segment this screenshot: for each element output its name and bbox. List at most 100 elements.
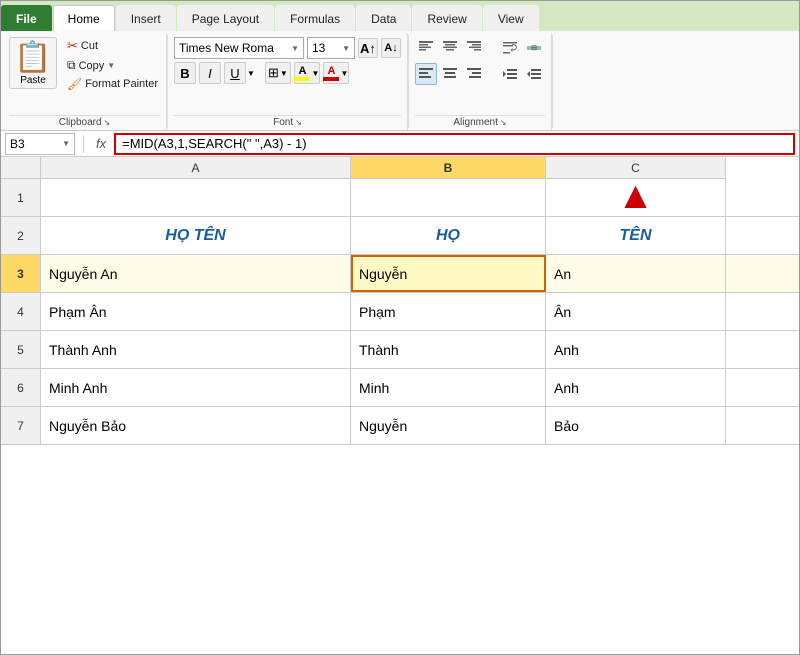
clipboard-label: Clipboard — [59, 117, 102, 128]
align-top-center-button[interactable] — [439, 37, 461, 59]
tab-file[interactable]: File — [1, 5, 52, 31]
cell-a1[interactable] — [41, 179, 351, 216]
tab-data[interactable]: Data — [356, 5, 411, 31]
cell-a2[interactable]: HỌ TÊN — [41, 217, 351, 254]
tab-review[interactable]: Review — [412, 5, 481, 31]
shrink-icon: A↓ — [384, 42, 397, 54]
svg-text:⊟: ⊟ — [531, 45, 537, 52]
table-row: 1 ▲ — [1, 179, 799, 217]
increase-indent-button[interactable] — [523, 63, 545, 85]
underline-label: U — [230, 66, 239, 81]
font-shrink-button[interactable]: A↓ — [381, 38, 401, 58]
tab-view[interactable]: View — [483, 5, 539, 31]
paste-button[interactable]: 📋 Paste — [9, 37, 57, 89]
italic-label: I — [208, 66, 212, 81]
align-right-button[interactable] — [463, 63, 485, 85]
cell-b5[interactable]: Thành — [351, 331, 546, 368]
merge-center-button[interactable]: ⊟ — [523, 37, 545, 59]
row-header-3[interactable]: 3 — [1, 255, 41, 292]
bold-button[interactable]: B — [174, 62, 196, 84]
cell-b1[interactable] — [351, 179, 546, 216]
borders-button[interactable]: ⊞ ▼ — [265, 62, 291, 84]
tab-data-label: Data — [371, 12, 396, 26]
align-center-button[interactable] — [439, 63, 461, 85]
font-color-icon: A — [327, 65, 335, 77]
bold-label: B — [180, 66, 189, 81]
cell-a5[interactable]: Thành Anh — [41, 331, 351, 368]
row-header-6[interactable]: 6 — [1, 369, 41, 406]
cell-b6[interactable]: Minh — [351, 369, 546, 406]
paste-icon: 📋 — [14, 40, 51, 75]
cell-a7[interactable]: Nguyễn Bảo — [41, 407, 351, 444]
row-header-7[interactable]: 7 — [1, 407, 41, 444]
tab-review-label: Review — [427, 12, 466, 26]
cell-reference-box[interactable]: B3 ▼ — [5, 133, 75, 155]
table-row: 5 Thành Anh Thành Anh — [1, 331, 799, 369]
tab-insert[interactable]: Insert — [116, 5, 176, 31]
tab-home-label: Home — [68, 12, 100, 26]
copy-icon: ⧉ — [67, 58, 76, 73]
cell-a3[interactable]: Nguyễn An — [41, 255, 351, 292]
alignment-expand-icon[interactable]: ↘ — [500, 118, 507, 127]
copy-label: Copy — [79, 60, 105, 72]
font-name-dropdown[interactable]: Times New Roma ▼ — [174, 37, 304, 59]
font-size-dropdown[interactable]: 13 ▼ — [307, 37, 355, 59]
cut-label: Cut — [81, 40, 98, 52]
cell-c4[interactable]: Ân — [546, 293, 726, 330]
row-header-5[interactable]: 5 — [1, 331, 41, 368]
column-headers: A B C — [1, 157, 799, 179]
row-header-2[interactable]: 2 — [1, 217, 41, 254]
row-header-1[interactable]: 1 — [1, 179, 41, 216]
table-row: 2 HỌ TÊN HỌ TÊN — [1, 217, 799, 255]
cell-b3[interactable]: Nguyễn — [351, 255, 546, 292]
cell-c5[interactable]: Anh — [546, 331, 726, 368]
tab-home[interactable]: Home — [53, 5, 115, 31]
underline-button[interactable]: U ▼ — [224, 62, 255, 84]
cell-c6[interactable]: Anh — [546, 369, 726, 406]
cell-c1[interactable]: ▲ — [546, 179, 726, 216]
format-painter-button[interactable]: 🖌 Format Painter — [65, 76, 160, 92]
col-header-c[interactable]: C — [546, 157, 726, 179]
font-size-arrow: ▼ — [342, 44, 350, 53]
cut-button[interactable]: ✂ Cut — [65, 37, 160, 55]
italic-button[interactable]: I — [199, 62, 221, 84]
decrease-indent-button[interactable] — [499, 63, 521, 85]
highlight-arrow: ▼ — [311, 69, 319, 78]
formula-input[interactable]: =MID(A3,1,SEARCH(" ",A3) - 1) — [114, 133, 795, 155]
cell-b7[interactable]: Nguyễn — [351, 407, 546, 444]
tab-formulas-label: Formulas — [290, 12, 340, 26]
col-header-a[interactable]: A — [41, 157, 351, 179]
clipboard-expand-icon[interactable]: ↘ — [104, 118, 111, 127]
cell-c7[interactable]: Bảo — [546, 407, 726, 444]
cell-b2[interactable]: HỌ — [351, 217, 546, 254]
clipboard-group: 📋 Paste ✂ Cut ⧉ Copy ▼ — [3, 33, 167, 130]
row-header-4[interactable]: 4 — [1, 293, 41, 330]
borders-icon: ⊞ — [268, 65, 279, 81]
cell-a4[interactable]: Phạm Ân — [41, 293, 351, 330]
formula-bar: B3 ▼ fx =MID(A3,1,SEARCH(" ",A3) - 1) — [1, 131, 799, 157]
font-color-button[interactable]: A ▼ — [323, 62, 349, 84]
tab-page-layout[interactable]: Page Layout — [177, 5, 274, 31]
font-grow-button[interactable]: A↑ — [358, 38, 378, 58]
copy-button[interactable]: ⧉ Copy ▼ — [65, 57, 160, 74]
cell-c3[interactable]: An — [546, 255, 726, 292]
font-group: Times New Roma ▼ 13 ▼ A↑ A↓ B I — [168, 33, 408, 130]
tab-insert-label: Insert — [131, 12, 161, 26]
highlight-button[interactable]: A ▼ — [294, 62, 320, 84]
cell-c2[interactable]: TÊN — [546, 217, 726, 254]
cell-a6[interactable]: Minh Anh — [41, 369, 351, 406]
copy-dropdown-arrow: ▼ — [107, 61, 115, 70]
font-name-arrow: ▼ — [291, 44, 299, 53]
font-expand-icon[interactable]: ↘ — [295, 118, 302, 127]
align-left-button[interactable] — [415, 63, 437, 85]
align-top-left-button[interactable] — [415, 37, 437, 59]
red-arrow-icon: ▲ — [617, 179, 655, 215]
wrap-text-button[interactable] — [499, 37, 521, 59]
tab-formulas[interactable]: Formulas — [275, 5, 355, 31]
cell-b4[interactable]: Phạm — [351, 293, 546, 330]
borders-arrow: ▼ — [280, 69, 288, 78]
scissors-icon: ✂ — [67, 38, 78, 54]
col-header-b[interactable]: B — [351, 157, 546, 179]
underline-arrow: ▼ — [247, 69, 255, 78]
align-top-right-button[interactable] — [463, 37, 485, 59]
